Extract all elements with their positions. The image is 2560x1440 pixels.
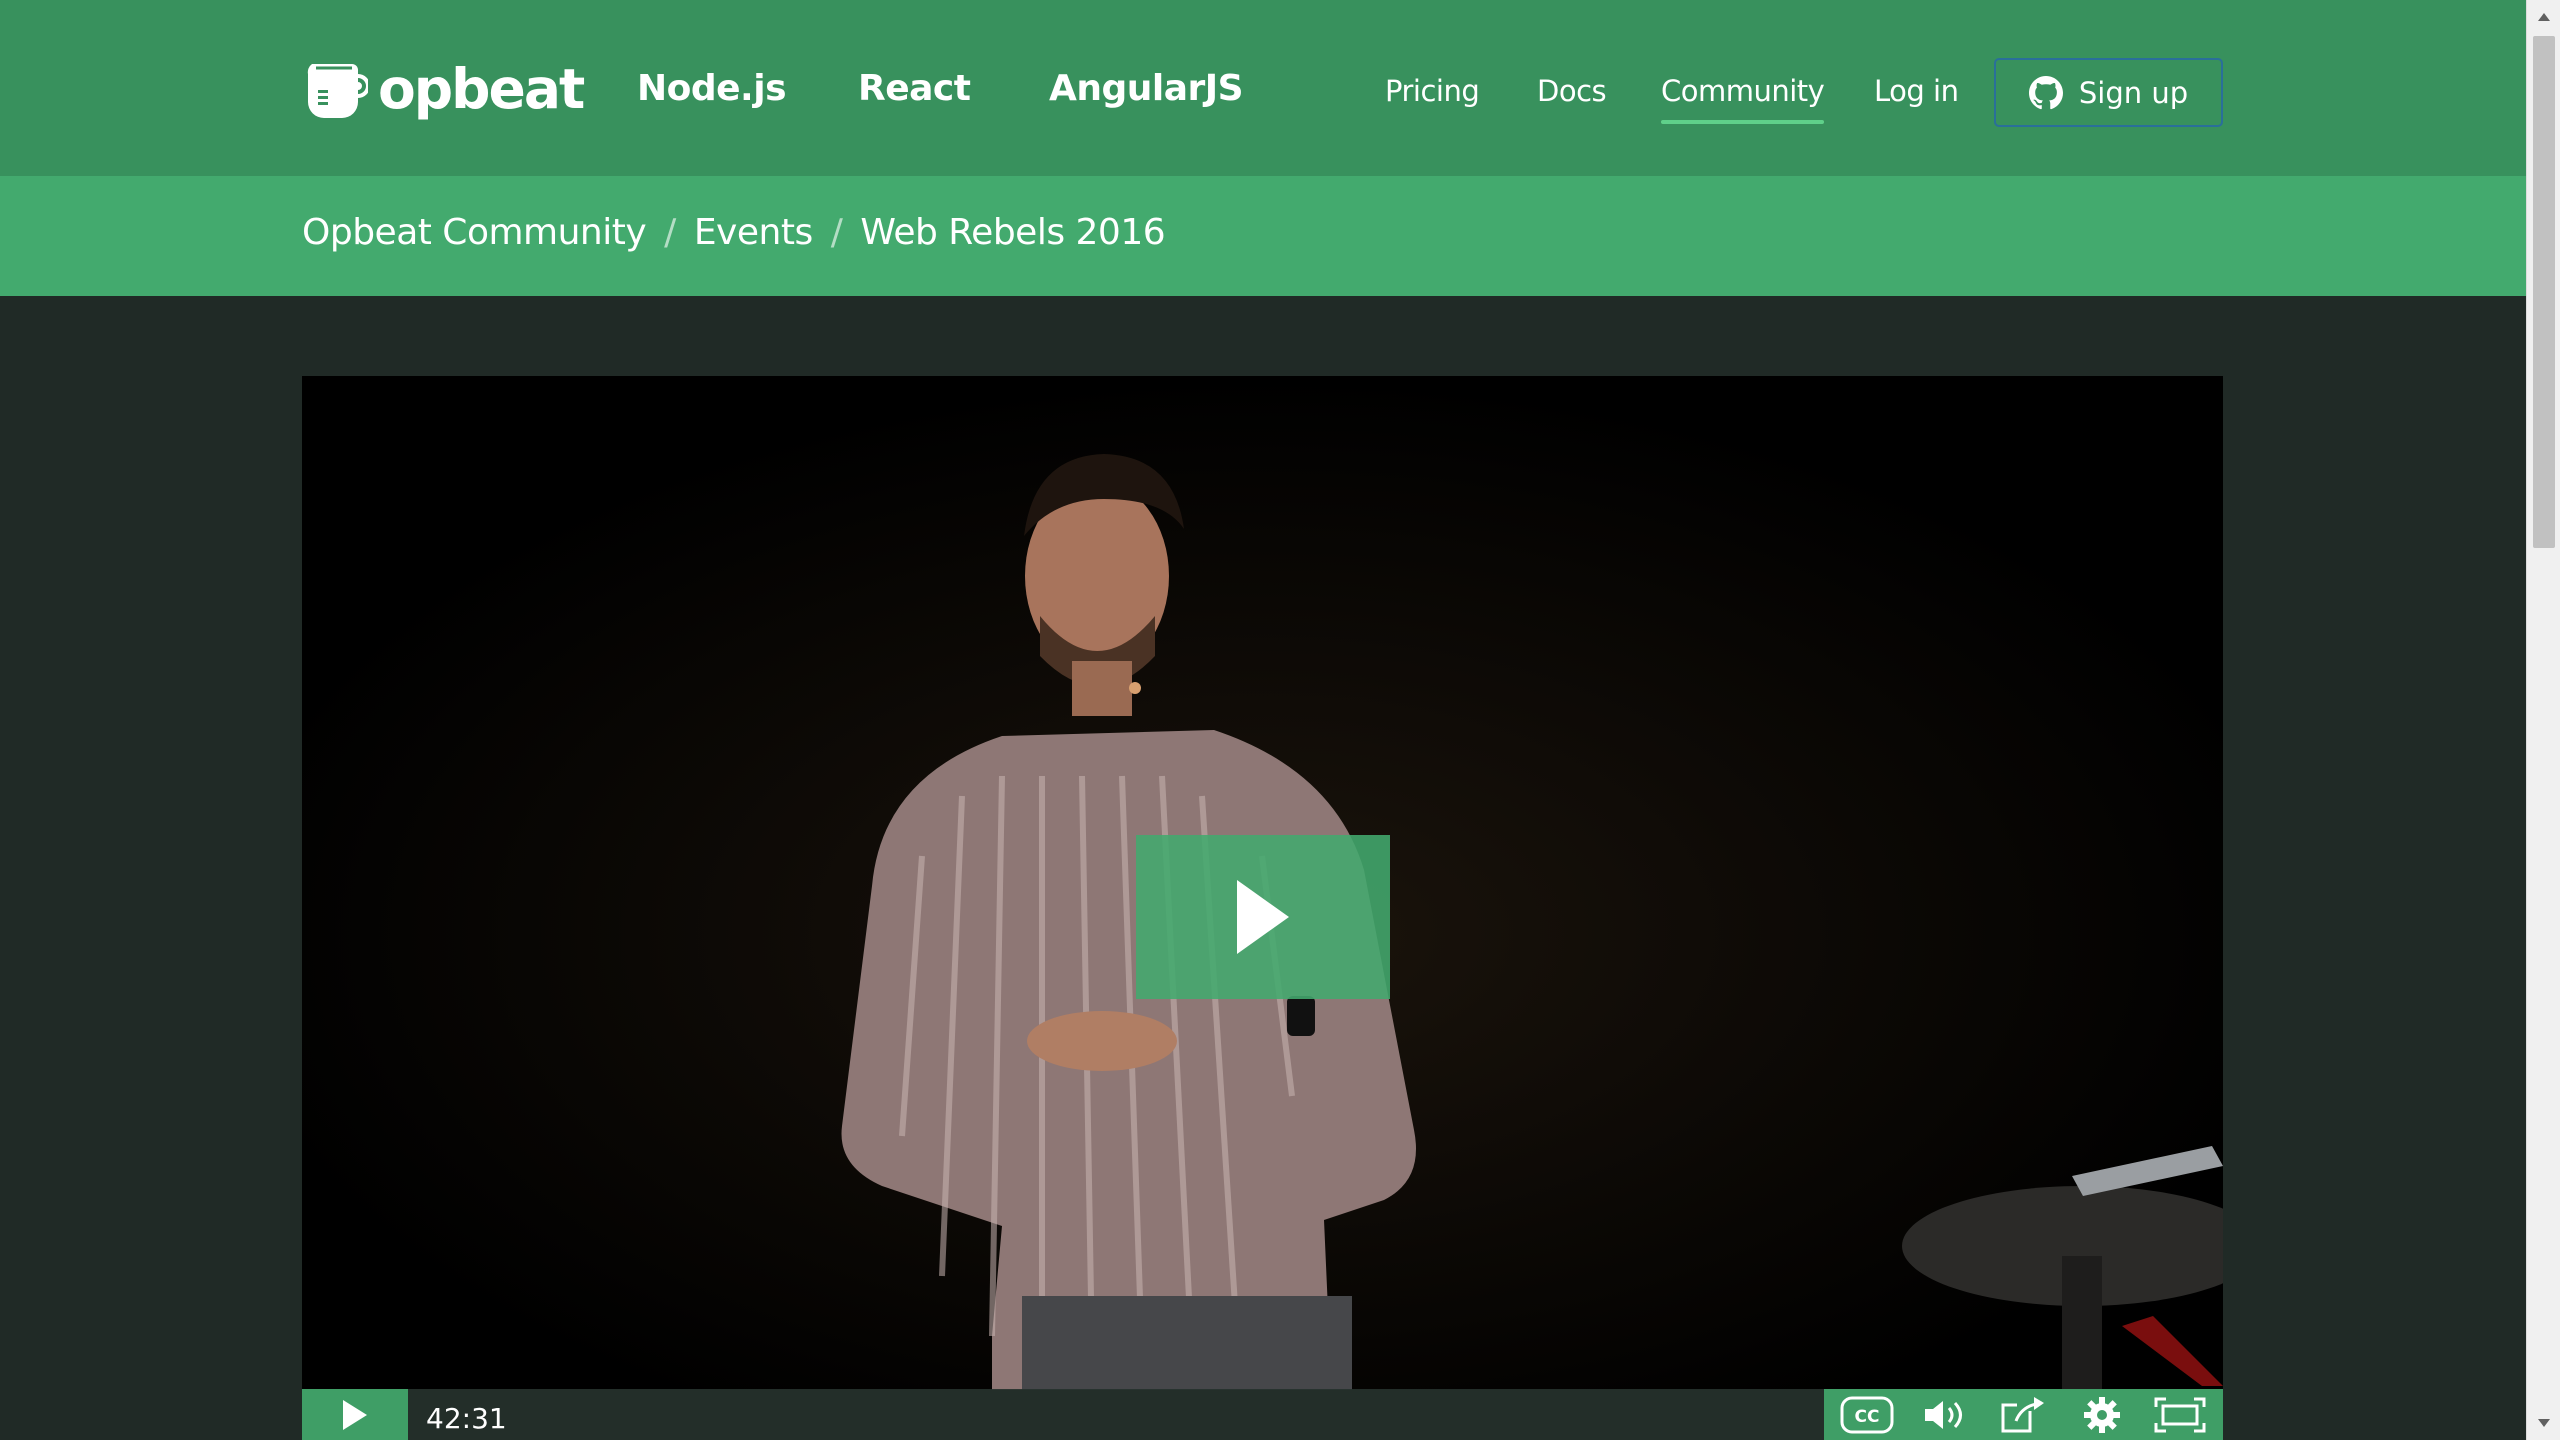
- signup-label: Sign up: [2078, 75, 2189, 110]
- volume-icon: [1925, 1400, 1963, 1429]
- nav-product-angularjs[interactable]: AngularJS: [1049, 68, 1244, 109]
- breadcrumb-item-community[interactable]: Opbeat Community: [302, 212, 647, 253]
- breadcrumb-item-events[interactable]: Events: [694, 212, 813, 253]
- big-play-button[interactable]: [1136, 835, 1390, 999]
- nav-product-react[interactable]: React: [858, 68, 971, 109]
- coffee-pot-icon: [307, 64, 368, 118]
- nav-link-pricing[interactable]: Pricing: [1385, 74, 1480, 108]
- breadcrumb: Opbeat Community / Events / Web Rebels 2…: [302, 212, 1166, 253]
- captions-button[interactable]: CC: [1839, 1393, 1895, 1437]
- play-icon: [1237, 880, 1289, 954]
- video-player[interactable]: 42:31 CC: [302, 376, 2223, 1440]
- volume-button[interactable]: [1917, 1393, 1973, 1437]
- page-scrollbar[interactable]: [2526, 0, 2560, 1440]
- scroll-down-arrow[interactable]: [2527, 1406, 2560, 1440]
- chevron-down-icon: [2538, 1419, 2550, 1427]
- breadcrumb-separator: /: [664, 212, 676, 253]
- scroll-up-arrow[interactable]: [2527, 0, 2560, 34]
- settings-button[interactable]: [2074, 1393, 2130, 1437]
- video-controls-right: CC: [1824, 1389, 2223, 1440]
- fullscreen-button[interactable]: [2152, 1393, 2208, 1437]
- nav-product-nodejs[interactable]: Node.js: [637, 68, 787, 109]
- brand-name: opbeat: [378, 57, 585, 121]
- breadcrumb-item-current: Web Rebels 2016: [860, 212, 1166, 253]
- svg-text:CC: CC: [1855, 1407, 1880, 1427]
- settings-icon: [2083, 1396, 2120, 1433]
- breadcrumb-bar: Opbeat Community / Events / Web Rebels 2…: [0, 176, 2526, 296]
- cc-icon: CC: [1840, 1396, 1894, 1433]
- chevron-up-icon: [2538, 13, 2550, 21]
- fullscreen-icon: [2154, 1397, 2206, 1432]
- breadcrumb-separator: /: [830, 212, 843, 253]
- share-icon: [2001, 1396, 2045, 1432]
- video-controls: 42:31 CC: [302, 1389, 2223, 1440]
- play-button[interactable]: [302, 1389, 408, 1440]
- top-navigation: opbeat Node.js React AngularJS Pricing D…: [0, 0, 2526, 176]
- nav-link-login[interactable]: Log in: [1874, 74, 1959, 108]
- video-duration: 42:31: [426, 1402, 507, 1435]
- signup-button[interactable]: Sign up: [1994, 58, 2223, 127]
- nav-link-docs[interactable]: Docs: [1537, 74, 1607, 108]
- play-icon: [343, 1399, 367, 1430]
- opbeat-logo[interactable]: opbeat: [302, 56, 585, 122]
- scroll-thumb[interactable]: [2533, 36, 2555, 548]
- github-icon: [2028, 75, 2063, 109]
- share-button[interactable]: [1995, 1393, 2051, 1437]
- nav-link-community[interactable]: Community: [1661, 74, 1825, 124]
